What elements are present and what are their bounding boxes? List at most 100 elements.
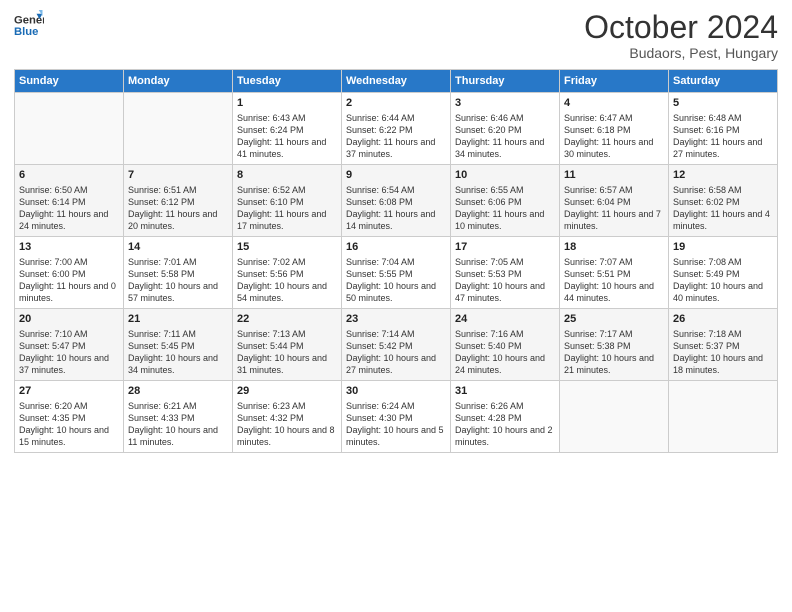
logo-icon: General Blue	[14, 10, 44, 40]
day-number: 30	[346, 384, 446, 399]
cell-info: Sunrise: 7:05 AMSunset: 5:53 PMDaylight:…	[455, 256, 555, 305]
day-number: 16	[346, 240, 446, 255]
calendar-cell: 2Sunrise: 6:44 AMSunset: 6:22 PMDaylight…	[342, 93, 451, 165]
cell-info: Sunrise: 7:18 AMSunset: 5:37 PMDaylight:…	[673, 328, 773, 377]
month-title: October 2024	[584, 10, 778, 45]
day-number: 28	[128, 384, 228, 399]
day-header: Monday	[124, 70, 233, 93]
day-number: 19	[673, 240, 773, 255]
calendar-cell: 27Sunrise: 6:20 AMSunset: 4:35 PMDayligh…	[15, 381, 124, 453]
day-number: 8	[237, 168, 337, 183]
calendar-cell: 14Sunrise: 7:01 AMSunset: 5:58 PMDayligh…	[124, 237, 233, 309]
calendar-cell: 12Sunrise: 6:58 AMSunset: 6:02 PMDayligh…	[669, 165, 778, 237]
calendar-cell: 23Sunrise: 7:14 AMSunset: 5:42 PMDayligh…	[342, 309, 451, 381]
calendar-week-row: 20Sunrise: 7:10 AMSunset: 5:47 PMDayligh…	[15, 309, 778, 381]
calendar-cell: 16Sunrise: 7:04 AMSunset: 5:55 PMDayligh…	[342, 237, 451, 309]
calendar-cell: 31Sunrise: 6:26 AMSunset: 4:28 PMDayligh…	[451, 381, 560, 453]
calendar-cell: 3Sunrise: 6:46 AMSunset: 6:20 PMDaylight…	[451, 93, 560, 165]
cell-info: Sunrise: 7:00 AMSunset: 6:00 PMDaylight:…	[19, 256, 119, 305]
cell-info: Sunrise: 6:26 AMSunset: 4:28 PMDaylight:…	[455, 400, 555, 449]
calendar-header-row: SundayMondayTuesdayWednesdayThursdayFrid…	[15, 70, 778, 93]
day-number: 5	[673, 96, 773, 111]
cell-info: Sunrise: 7:13 AMSunset: 5:44 PMDaylight:…	[237, 328, 337, 377]
calendar-week-row: 27Sunrise: 6:20 AMSunset: 4:35 PMDayligh…	[15, 381, 778, 453]
day-number: 6	[19, 168, 119, 183]
day-number: 26	[673, 312, 773, 327]
day-number: 4	[564, 96, 664, 111]
cell-info: Sunrise: 6:54 AMSunset: 6:08 PMDaylight:…	[346, 184, 446, 233]
calendar-week-row: 6Sunrise: 6:50 AMSunset: 6:14 PMDaylight…	[15, 165, 778, 237]
page-header: General Blue October 2024 Budaors, Pest,…	[14, 10, 778, 61]
day-number: 20	[19, 312, 119, 327]
cell-info: Sunrise: 6:48 AMSunset: 6:16 PMDaylight:…	[673, 112, 773, 161]
cell-info: Sunrise: 6:44 AMSunset: 6:22 PMDaylight:…	[346, 112, 446, 161]
title-area: October 2024 Budaors, Pest, Hungary	[584, 10, 778, 61]
cell-info: Sunrise: 6:55 AMSunset: 6:06 PMDaylight:…	[455, 184, 555, 233]
day-header: Sunday	[15, 70, 124, 93]
cell-info: Sunrise: 6:47 AMSunset: 6:18 PMDaylight:…	[564, 112, 664, 161]
day-header: Thursday	[451, 70, 560, 93]
day-number: 14	[128, 240, 228, 255]
calendar-cell: 17Sunrise: 7:05 AMSunset: 5:53 PMDayligh…	[451, 237, 560, 309]
calendar-cell	[669, 381, 778, 453]
cell-info: Sunrise: 7:17 AMSunset: 5:38 PMDaylight:…	[564, 328, 664, 377]
day-number: 25	[564, 312, 664, 327]
cell-info: Sunrise: 6:57 AMSunset: 6:04 PMDaylight:…	[564, 184, 664, 233]
day-header: Friday	[560, 70, 669, 93]
location: Budaors, Pest, Hungary	[584, 45, 778, 61]
calendar-cell: 6Sunrise: 6:50 AMSunset: 6:14 PMDaylight…	[15, 165, 124, 237]
day-number: 13	[19, 240, 119, 255]
calendar-cell: 9Sunrise: 6:54 AMSunset: 6:08 PMDaylight…	[342, 165, 451, 237]
calendar-cell: 5Sunrise: 6:48 AMSunset: 6:16 PMDaylight…	[669, 93, 778, 165]
calendar-cell: 19Sunrise: 7:08 AMSunset: 5:49 PMDayligh…	[669, 237, 778, 309]
day-number: 23	[346, 312, 446, 327]
calendar-cell	[15, 93, 124, 165]
day-number: 1	[237, 96, 337, 111]
cell-info: Sunrise: 6:24 AMSunset: 4:30 PMDaylight:…	[346, 400, 446, 449]
cell-info: Sunrise: 7:07 AMSunset: 5:51 PMDaylight:…	[564, 256, 664, 305]
calendar-cell: 25Sunrise: 7:17 AMSunset: 5:38 PMDayligh…	[560, 309, 669, 381]
day-number: 17	[455, 240, 555, 255]
cell-info: Sunrise: 7:02 AMSunset: 5:56 PMDaylight:…	[237, 256, 337, 305]
calendar-cell: 26Sunrise: 7:18 AMSunset: 5:37 PMDayligh…	[669, 309, 778, 381]
calendar-cell: 13Sunrise: 7:00 AMSunset: 6:00 PMDayligh…	[15, 237, 124, 309]
cell-info: Sunrise: 7:01 AMSunset: 5:58 PMDaylight:…	[128, 256, 228, 305]
calendar-week-row: 13Sunrise: 7:00 AMSunset: 6:00 PMDayligh…	[15, 237, 778, 309]
calendar-cell: 4Sunrise: 6:47 AMSunset: 6:18 PMDaylight…	[560, 93, 669, 165]
cell-info: Sunrise: 7:11 AMSunset: 5:45 PMDaylight:…	[128, 328, 228, 377]
day-number: 11	[564, 168, 664, 183]
day-header: Wednesday	[342, 70, 451, 93]
calendar-cell: 7Sunrise: 6:51 AMSunset: 6:12 PMDaylight…	[124, 165, 233, 237]
calendar-cell	[124, 93, 233, 165]
calendar-cell: 20Sunrise: 7:10 AMSunset: 5:47 PMDayligh…	[15, 309, 124, 381]
day-number: 12	[673, 168, 773, 183]
day-number: 10	[455, 168, 555, 183]
cell-info: Sunrise: 6:20 AMSunset: 4:35 PMDaylight:…	[19, 400, 119, 449]
day-number: 18	[564, 240, 664, 255]
day-number: 15	[237, 240, 337, 255]
calendar-table: SundayMondayTuesdayWednesdayThursdayFrid…	[14, 69, 778, 453]
calendar-cell: 15Sunrise: 7:02 AMSunset: 5:56 PMDayligh…	[233, 237, 342, 309]
cell-info: Sunrise: 6:50 AMSunset: 6:14 PMDaylight:…	[19, 184, 119, 233]
calendar-cell	[560, 381, 669, 453]
day-number: 31	[455, 384, 555, 399]
cell-info: Sunrise: 6:21 AMSunset: 4:33 PMDaylight:…	[128, 400, 228, 449]
calendar-cell: 29Sunrise: 6:23 AMSunset: 4:32 PMDayligh…	[233, 381, 342, 453]
day-header: Saturday	[669, 70, 778, 93]
cell-info: Sunrise: 6:58 AMSunset: 6:02 PMDaylight:…	[673, 184, 773, 233]
day-number: 2	[346, 96, 446, 111]
svg-text:Blue: Blue	[14, 26, 38, 38]
calendar-cell: 30Sunrise: 6:24 AMSunset: 4:30 PMDayligh…	[342, 381, 451, 453]
cell-info: Sunrise: 6:46 AMSunset: 6:20 PMDaylight:…	[455, 112, 555, 161]
cell-info: Sunrise: 7:16 AMSunset: 5:40 PMDaylight:…	[455, 328, 555, 377]
day-number: 24	[455, 312, 555, 327]
cell-info: Sunrise: 7:04 AMSunset: 5:55 PMDaylight:…	[346, 256, 446, 305]
cell-info: Sunrise: 6:52 AMSunset: 6:10 PMDaylight:…	[237, 184, 337, 233]
cell-info: Sunrise: 6:43 AMSunset: 6:24 PMDaylight:…	[237, 112, 337, 161]
day-number: 29	[237, 384, 337, 399]
cell-info: Sunrise: 7:08 AMSunset: 5:49 PMDaylight:…	[673, 256, 773, 305]
calendar-cell: 10Sunrise: 6:55 AMSunset: 6:06 PMDayligh…	[451, 165, 560, 237]
calendar-cell: 24Sunrise: 7:16 AMSunset: 5:40 PMDayligh…	[451, 309, 560, 381]
calendar-cell: 21Sunrise: 7:11 AMSunset: 5:45 PMDayligh…	[124, 309, 233, 381]
calendar-cell: 28Sunrise: 6:21 AMSunset: 4:33 PMDayligh…	[124, 381, 233, 453]
